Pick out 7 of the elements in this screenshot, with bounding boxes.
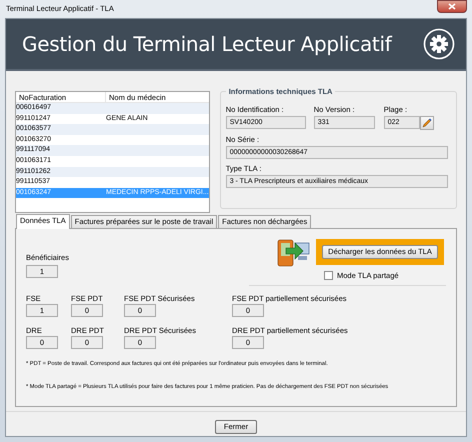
close-button[interactable] bbox=[437, 0, 467, 13]
edit-button[interactable] bbox=[420, 116, 434, 130]
close-icon bbox=[448, 3, 456, 10]
settings-button[interactable] bbox=[423, 28, 455, 60]
checkbox[interactable] bbox=[324, 271, 333, 280]
device-to-computer-icon bbox=[277, 237, 310, 267]
header-title: Gestion du Terminal Lecteur Applicatif bbox=[22, 31, 392, 58]
